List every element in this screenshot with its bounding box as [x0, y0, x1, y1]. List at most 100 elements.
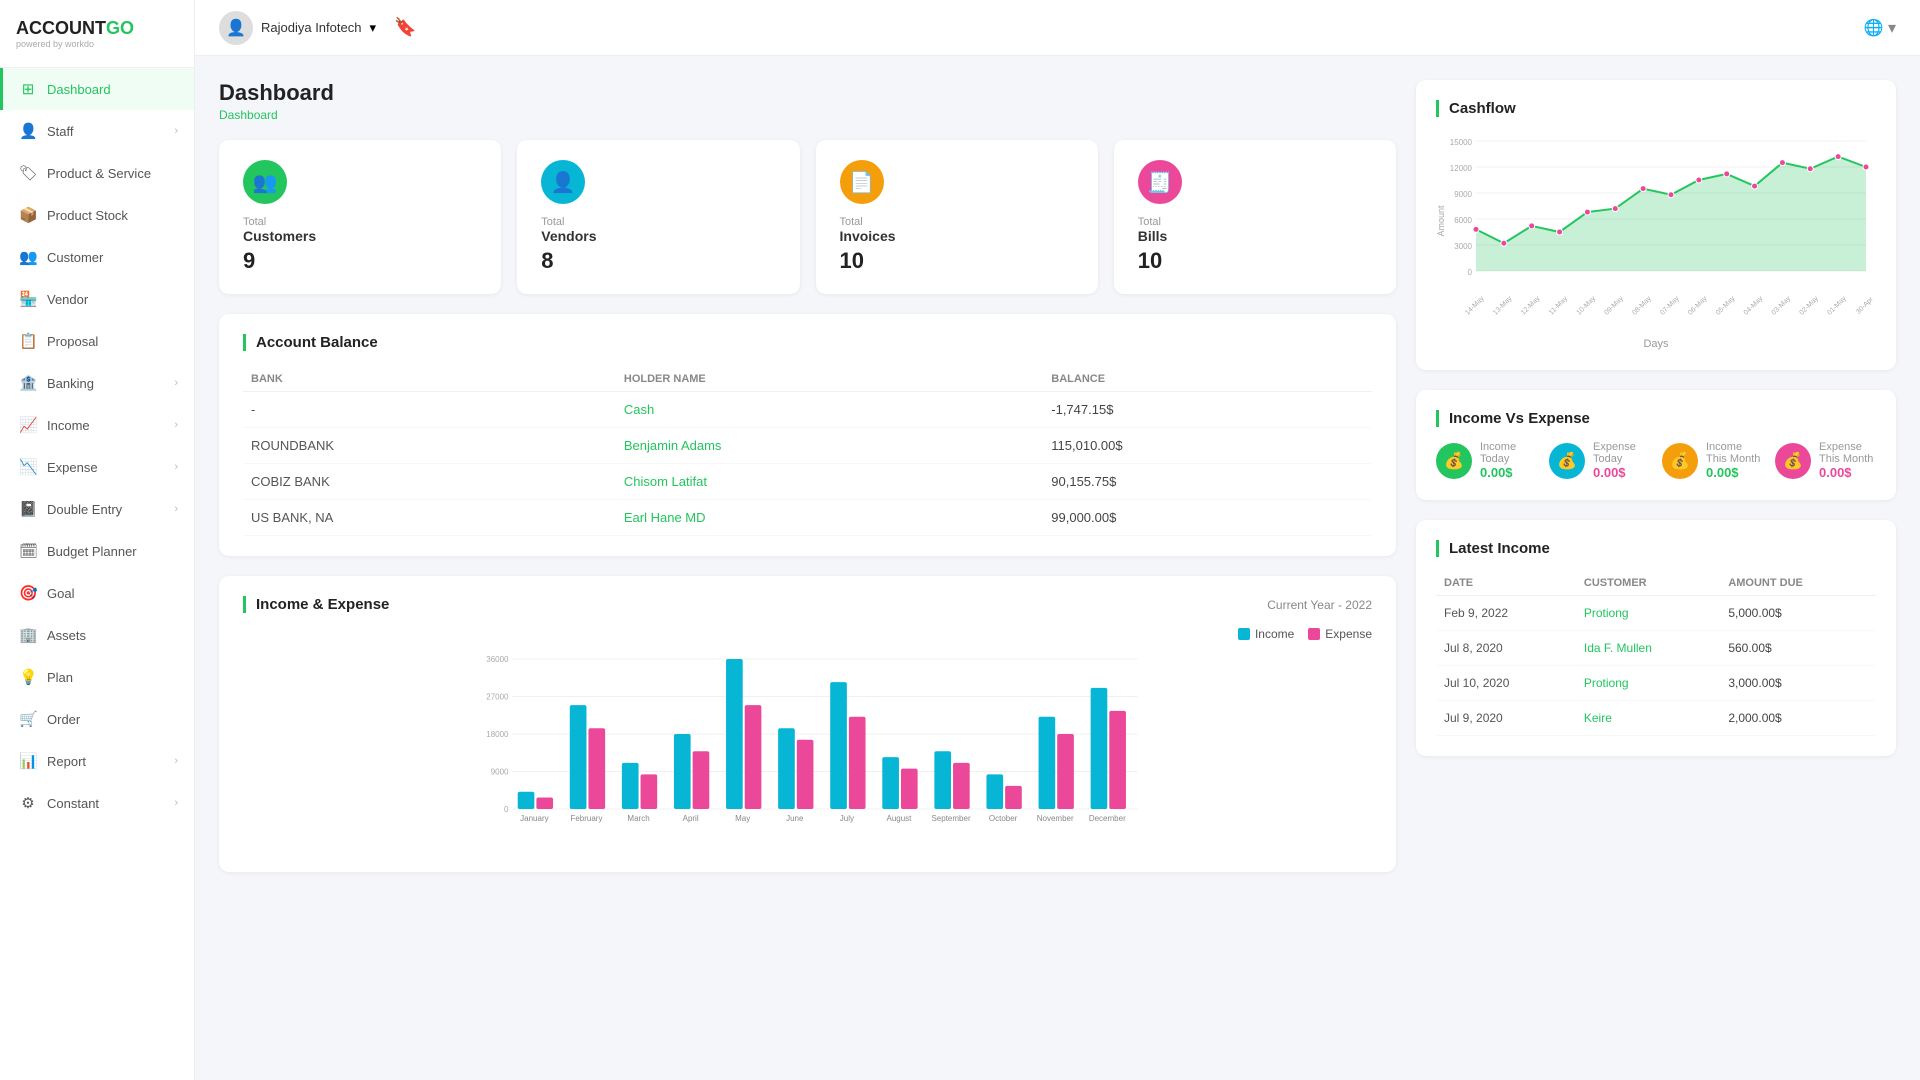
- li-col-header: AMOUNT DUE: [1720, 571, 1876, 596]
- sidebar-item-report[interactable]: 📊 Report ›: [0, 740, 194, 782]
- sidebar-item-budget-planner[interactable]: 🗓 Budget Planner: [0, 530, 194, 572]
- ab-holder: Cash: [616, 392, 1043, 428]
- sidebar-icon-constant: ⚙: [19, 794, 37, 812]
- topbar: 👤 Rajodiya Infotech ▾ 🔖 🌐 ▾: [195, 0, 1920, 56]
- sidebar-item-income[interactable]: 📈 Income ›: [0, 404, 194, 446]
- ive-label-income-month: Income This Month: [1706, 441, 1763, 465]
- svg-text:01-May: 01-May: [1826, 295, 1848, 317]
- svg-text:March: March: [627, 814, 649, 823]
- bookmark-icon[interactable]: 🔖: [394, 17, 416, 38]
- sidebar-icon-plan: 💡: [19, 668, 37, 686]
- sidebar-icon-dashboard: ⊞: [19, 80, 37, 98]
- sidebar-item-plan[interactable]: 💡 Plan: [0, 656, 194, 698]
- sidebar-icon-staff: 👤: [19, 122, 37, 140]
- svg-text:14-May: 14-May: [1464, 295, 1486, 317]
- ive-info-expense-today: Expense Today 0.00$: [1593, 441, 1650, 480]
- table-row: ROUNDBANK Benjamin Adams 115,010.00$: [243, 428, 1372, 464]
- sidebar-item-customer[interactable]: 👥 Customer: [0, 236, 194, 278]
- sidebar-item-product-service[interactable]: 🏷 Product & Service: [0, 152, 194, 194]
- li-date: Jul 10, 2020: [1436, 666, 1576, 701]
- ab-col-header: BANK: [243, 367, 616, 392]
- sidebar-item-product-stock[interactable]: 📦 Product Stock: [0, 194, 194, 236]
- globe-icon[interactable]: 🌐 ▾: [1864, 18, 1896, 38]
- sidebar-item-double-entry[interactable]: 📓 Double Entry ›: [0, 488, 194, 530]
- sidebar-item-staff[interactable]: 👤 Staff ›: [0, 110, 194, 152]
- expense-dot: [1308, 628, 1320, 640]
- page-title: Dashboard: [219, 80, 1396, 106]
- sidebar-label-product-service: Product & Service: [47, 166, 178, 181]
- sidebar-label-expense: Expense: [47, 460, 164, 475]
- sidebar-icon-expense: 📉: [19, 458, 37, 476]
- li-col-header: CUSTOMER: [1576, 571, 1720, 596]
- svg-text:04-May: 04-May: [1743, 295, 1765, 317]
- ie-title: Income & Expense: [243, 596, 389, 613]
- topbar-user[interactable]: 👤 Rajodiya Infotech ▾: [219, 11, 376, 45]
- sidebar-label-income: Income: [47, 418, 164, 433]
- sidebar-arrow-staff: ›: [174, 125, 178, 137]
- sidebar-icon-customer: 👥: [19, 248, 37, 266]
- stat-name-customers: Customers: [243, 228, 477, 244]
- stat-value-vendors: 8: [541, 248, 775, 274]
- ab-col-header: BALANCE: [1043, 367, 1372, 392]
- stat-card-bills[interactable]: 🧾 Total Bills 10: [1114, 140, 1396, 294]
- sidebar-icon-product-service: 🏷: [19, 164, 37, 182]
- stat-card-vendors[interactable]: 👤 Total Vendors 8: [517, 140, 799, 294]
- ab-col-header: HOLDER NAME: [616, 367, 1043, 392]
- svg-text:September: September: [931, 814, 970, 823]
- sidebar-item-banking[interactable]: 🏦 Banking ›: [0, 362, 194, 404]
- sidebar-item-proposal[interactable]: 📋 Proposal: [0, 320, 194, 362]
- sidebar-label-budget-planner: Budget Planner: [47, 544, 178, 559]
- sidebar-label-banking: Banking: [47, 376, 164, 391]
- li-amount: 2,000.00$: [1720, 701, 1876, 736]
- li-amount: 3,000.00$: [1720, 666, 1876, 701]
- stat-name-invoices: Invoices: [840, 228, 1074, 244]
- sidebar-arrow-report: ›: [174, 755, 178, 767]
- svg-text:10-May: 10-May: [1576, 295, 1598, 317]
- cashflow-title: Cashflow: [1436, 100, 1876, 117]
- sidebar-arrow-double-entry: ›: [174, 503, 178, 515]
- svg-text:December: December: [1089, 814, 1126, 823]
- svg-text:Amount: Amount: [1436, 205, 1446, 237]
- svg-text:January: January: [520, 814, 548, 823]
- sidebar-item-vendor[interactable]: 🏪 Vendor: [0, 278, 194, 320]
- list-item: Jul 8, 2020 Ida F. Mullen 560.00$: [1436, 631, 1876, 666]
- stat-card-invoices[interactable]: 📄 Total Invoices 10: [816, 140, 1098, 294]
- stat-value-customers: 9: [243, 248, 477, 274]
- sidebar-item-goal[interactable]: 🎯 Goal: [0, 572, 194, 614]
- li-col-header: DATE: [1436, 571, 1576, 596]
- stat-card-customers[interactable]: 👥 Total Customers 9: [219, 140, 501, 294]
- topbar-arrow: ▾: [369, 20, 376, 36]
- ie-year: Current Year - 2022: [1267, 598, 1372, 612]
- ive-icon-expense-month: 💰: [1775, 443, 1811, 479]
- income-label: Income: [1255, 627, 1294, 641]
- svg-text:0: 0: [1468, 268, 1473, 277]
- sidebar-label-assets: Assets: [47, 628, 178, 643]
- content-left: Dashboard Dashboard 👥 Total Customers 9 …: [219, 80, 1396, 1056]
- sidebar-arrow-income: ›: [174, 419, 178, 431]
- cashflow-x-label: Days: [1436, 338, 1876, 350]
- svg-text:06-May: 06-May: [1687, 295, 1709, 317]
- sidebar-arrow-banking: ›: [174, 377, 178, 389]
- sidebar-item-constant[interactable]: ⚙ Constant ›: [0, 782, 194, 824]
- expense-label: Expense: [1325, 627, 1372, 641]
- legend-income: Income: [1238, 627, 1294, 641]
- svg-text:15000: 15000: [1450, 138, 1473, 147]
- list-item: Feb 9, 2022 Protiong 5,000.00$: [1436, 596, 1876, 631]
- svg-text:June: June: [786, 814, 804, 823]
- latest-income-section: Latest Income DATECUSTOMERAMOUNT DUE Feb…: [1416, 520, 1896, 756]
- svg-text:18000: 18000: [486, 730, 509, 739]
- sidebar-item-order[interactable]: 🛒 Order: [0, 698, 194, 740]
- logo: ACCOUNTGO powered by workdo: [0, 0, 194, 68]
- sidebar-icon-product-stock: 📦: [19, 206, 37, 224]
- sidebar-arrow-constant: ›: [174, 797, 178, 809]
- li-amount: 560.00$: [1720, 631, 1876, 666]
- sidebar-item-assets[interactable]: 🏢 Assets: [0, 614, 194, 656]
- li-customer: Protiong: [1576, 596, 1720, 631]
- latest-income-title: Latest Income: [1436, 540, 1876, 557]
- sidebar-item-dashboard[interactable]: ⊞ Dashboard: [0, 68, 194, 110]
- ab-bank: US BANK, NA: [243, 500, 616, 536]
- stat-icon-invoices: 📄: [840, 160, 884, 204]
- sidebar-icon-order: 🛒: [19, 710, 37, 728]
- sidebar-item-expense[interactable]: 📉 Expense ›: [0, 446, 194, 488]
- sidebar-label-report: Report: [47, 754, 164, 769]
